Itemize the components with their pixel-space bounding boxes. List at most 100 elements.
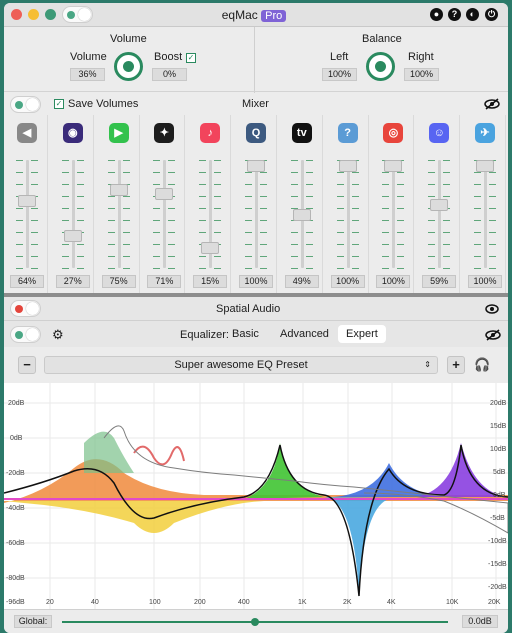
slider-tick [489,232,496,233]
volume-percent[interactable]: 64% [10,275,44,288]
volume-percent[interactable]: 27% [55,275,90,288]
volume-slider-track[interactable] [117,160,121,268]
volume-slider-track[interactable] [484,160,487,268]
volume-percent[interactable]: 75% [101,275,136,288]
slider-tick [351,184,359,185]
preset-select[interactable]: Super awesome EQ Preset ⇕ [44,356,438,374]
spatial-audio-toggle[interactable] [10,300,41,317]
volume-knob[interactable] [114,52,143,81]
volume-slider-track[interactable] [346,160,350,268]
volume-percent[interactable]: 100% [330,275,365,288]
hide-equalizer-eye-icon[interactable] [485,329,501,341]
eq-graph-canvas[interactable] [4,383,508,609]
slider-tick [443,172,451,173]
volume-slider-track[interactable] [392,160,396,268]
global-gain-slider-thumb[interactable] [251,618,259,626]
eqmac-enable-toggle[interactable] [62,6,93,23]
tab-expert[interactable]: Expert [338,325,386,343]
equalizer-settings-gear-icon[interactable]: ⚙ [52,327,64,343]
slider-tick [397,268,405,269]
slider-tick [489,172,496,173]
slider-tick [61,184,69,185]
boost-checkbox[interactable]: ✓ [186,53,196,63]
axis-right-label: 0dB [493,492,506,499]
slider-tick [199,232,207,233]
volume-slider-thumb[interactable] [247,160,265,172]
delete-preset-button[interactable]: − [18,356,36,374]
volume-slider-track[interactable] [26,160,29,268]
slider-tick [428,196,436,197]
slider-tick [76,244,84,245]
volume-slider-thumb[interactable] [292,208,311,221]
volume-slider-track[interactable] [71,160,75,268]
volume-slider-thumb[interactable] [201,241,220,254]
slider-tick [16,232,23,233]
volume-percent[interactable]: 15% [193,275,228,288]
tab-basic[interactable]: Basic [224,325,267,343]
slider-tick [474,268,481,269]
balance-left-label: Left [330,51,349,63]
mixer-channel: ▶ 75% [98,115,140,293]
slider-tick [61,160,69,161]
volume-slider-thumb[interactable] [155,187,174,200]
add-preset-button[interactable]: + [447,356,465,374]
volume-slider-track[interactable] [255,160,258,268]
slider-tick [443,196,451,197]
help-icon[interactable]: ? [448,8,461,21]
balance-right-value[interactable]: 100% [404,68,439,81]
eq-graph[interactable]: 20dB 0dB -20dB -40dB -60dB -80dB -96dB 2… [4,383,508,609]
headphones-icon[interactable]: 🎧 [474,357,490,373]
slider-tick [199,160,207,161]
account-icon[interactable]: ● [430,8,443,21]
volume-percent[interactable]: 49% [284,275,319,288]
volume-slider-thumb[interactable] [476,160,494,172]
slider-tick [31,160,38,161]
volume-percent[interactable]: 100% [468,275,502,288]
slider-tick [199,172,207,173]
volume-slider-thumb[interactable] [63,230,82,243]
minimize-window-button[interactable] [28,9,39,20]
power-icon[interactable]: ⏻ [485,8,498,21]
show-eye-icon[interactable] [485,304,499,314]
eqmac-window: eqMac Pro ● ? ◐ ⏻ Volume Volume 36% Boos… [4,3,508,633]
slider-tick [336,232,344,233]
slider-tick [107,208,115,209]
zoom-window-button[interactable] [45,9,56,20]
slider-tick [122,244,130,245]
volume-value[interactable]: 36% [70,68,105,81]
volume-slider-thumb[interactable] [338,160,357,172]
global-gain-value[interactable]: 0.0dB [462,615,498,628]
equalizer-enable-toggle[interactable] [10,326,41,343]
axis-bottom-label: 20 [46,599,54,606]
balance-left-value[interactable]: 100% [322,68,357,81]
spatial-audio-header: Spatial Audio [4,297,508,321]
slider-tick [290,268,298,269]
volume-slider-thumb[interactable] [109,184,128,196]
slider-tick [474,244,481,245]
settings-icon[interactable]: ◐ [466,8,479,21]
volume-slider-track[interactable] [163,160,167,268]
volume-slider-thumb[interactable] [430,199,449,212]
save-volumes-checkbox[interactable]: ✓ [54,99,64,109]
volume-percent[interactable]: 71% [147,275,182,288]
slider-tick [168,208,176,209]
volume-slider-thumb[interactable] [18,194,36,207]
mixer-enable-toggle[interactable] [10,96,41,113]
axis-right-label: -20dB [488,584,507,591]
boost-value[interactable]: 0% [152,68,187,81]
volume-slider-track[interactable] [438,160,442,268]
slider-tick [260,208,267,209]
volume-slider-thumb[interactable] [384,160,403,172]
hide-eye-icon[interactable] [484,98,500,110]
axis-bottom-label: 400 [238,599,250,606]
slider-tick [76,160,84,161]
pro-badge: Pro [261,10,287,22]
volume-percent[interactable]: 59% [422,275,457,288]
volume-percent[interactable]: 100% [239,275,273,288]
slider-tick [245,208,252,209]
tab-advanced[interactable]: Advanced [272,325,337,343]
volume-percent[interactable]: 100% [376,275,411,288]
close-window-button[interactable] [11,9,22,20]
balance-knob[interactable] [366,52,395,81]
slider-tick [351,268,359,269]
